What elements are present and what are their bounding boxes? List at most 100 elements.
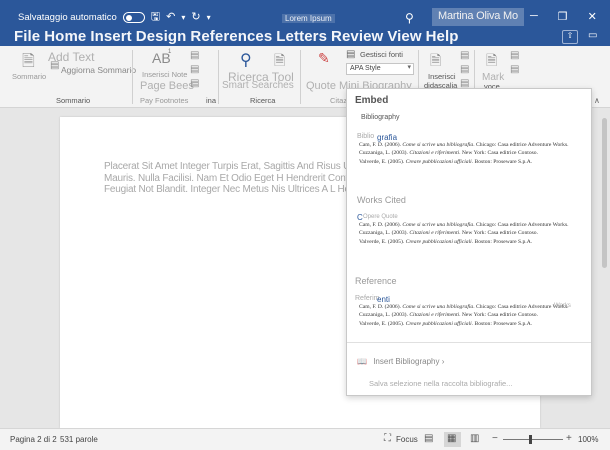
bibliography-entry: Valverde, E. (2005). Creare pubblicazion… xyxy=(359,158,589,166)
tab-help[interactable]: Help xyxy=(426,28,459,45)
tab-review[interactable]: Review xyxy=(331,28,383,45)
word-count[interactable]: 531 parole xyxy=(60,435,98,444)
works-cited-entry: Cam, F. D. (2006). Come si scrive una bi… xyxy=(359,221,589,229)
next-footnote-icon[interactable]: ▤ xyxy=(190,50,199,61)
tab-view[interactable]: View xyxy=(387,28,421,45)
tab-letters[interactable]: Letters xyxy=(276,28,327,45)
update-summary-button[interactable]: Aggiorna Sommario xyxy=(61,65,136,75)
focus-icon[interactable]: ⛶ xyxy=(384,433,391,444)
insert-citation-icon[interactable]: ✎ xyxy=(318,50,330,67)
undo-dropdown-icon[interactable]: ▾ xyxy=(181,12,185,23)
search-icon[interactable]: ⚲ xyxy=(240,50,252,70)
minimize-icon[interactable]: ─ xyxy=(530,10,538,23)
search-icon[interactable]: ⚲ xyxy=(405,11,414,25)
insert-index-icon[interactable]: ▤ xyxy=(510,50,519,61)
bibliography-dropdown: Embed Bibliography Biblio grafia Cam, F.… xyxy=(346,88,592,396)
entry-publisher: . Boston: Proseware S.p.A. xyxy=(471,238,533,245)
smart-searches-button[interactable]: Smart Searches xyxy=(222,80,294,91)
insert-endnote-icon[interactable]: ▤ xyxy=(190,78,199,89)
reference-subtitle: Reference xyxy=(355,276,397,286)
entry-title: Citazioni e riferimenti xyxy=(409,150,460,157)
summary-button[interactable]: Sommario xyxy=(12,72,46,81)
entry-title: Creare pubblicazioni ufficiali xyxy=(405,158,472,165)
document-name[interactable]: Lorem Ipsum xyxy=(282,14,335,23)
collapse-ribbon-icon[interactable]: ∧ xyxy=(594,96,600,105)
redo-icon[interactable]: ↻ xyxy=(191,12,200,23)
undo-icon[interactable]: ↶ xyxy=(166,12,175,23)
works-cited-entry: Valverde, E. (2005). Creare pubblicazion… xyxy=(359,238,589,246)
update-table-icon[interactable]: ▤ xyxy=(460,64,469,75)
update-index-icon[interactable]: ▤ xyxy=(510,64,519,75)
web-layout-icon[interactable]: ▥ xyxy=(470,433,479,444)
autosave-group: Salvataggio automatico 🖫 ↶ ▾ ↻ ▾ xyxy=(18,12,211,23)
citation-style-select[interactable]: APA Style xyxy=(346,63,414,75)
entry-title: Come si scrive una bibliografia xyxy=(402,304,474,310)
works-cited-preview[interactable]: Cam, F. D. (2006). Come si scrive una bi… xyxy=(359,221,589,246)
user-account[interactable]: Martina Oliva Mo xyxy=(432,8,524,26)
tab-references[interactable]: References xyxy=(190,28,272,45)
insert-bibliography-command[interactable]: 📖 Insert Bibliography › xyxy=(357,357,444,366)
focus-button[interactable]: Focus xyxy=(396,435,418,444)
entry-publisher: . New York: Casa editrice Contoso. xyxy=(459,150,538,157)
restore-icon[interactable]: ❐ xyxy=(558,10,568,23)
zoom-in-icon[interactable]: + xyxy=(566,433,572,444)
entry-author: Cam, F. D. (2006). xyxy=(359,222,403,228)
entry-publisher: . New York: Casa editrice Contoso. xyxy=(459,312,538,319)
dropdown-header: Embed xyxy=(355,95,389,106)
zoom-out-icon[interactable]: − xyxy=(492,433,498,444)
entry-publisher: . Chicago: Casa editrice Adventure Works… xyxy=(473,222,569,228)
bibliography-preview[interactable]: Cam, F. D. (2006). Come si scrive una bi… xyxy=(359,141,589,166)
read-mode-icon[interactable]: ▤ xyxy=(424,433,433,444)
entry-author: Cuzzaniga, L. (2003). xyxy=(359,150,410,157)
tab-insert[interactable]: Insert xyxy=(90,28,131,45)
autosave-label: Salvataggio automatico xyxy=(18,12,117,23)
customize-qat-icon[interactable]: ▾ xyxy=(207,12,211,23)
dropdown-divider xyxy=(347,342,591,343)
mark-entry-icon[interactable]: 🗎 xyxy=(486,50,497,74)
bibliography-subtitle: Bibliography xyxy=(361,114,400,121)
group-label-suffix: ina xyxy=(206,96,217,105)
close-icon[interactable]: ✕ xyxy=(588,10,597,23)
save-icon[interactable]: 🖫 xyxy=(151,12,160,23)
tab-home[interactable]: Home xyxy=(44,28,86,45)
entry-author: Valverde, E. (2005). xyxy=(359,158,406,165)
works-ghost-tail: Works xyxy=(554,303,571,309)
save-selection-command[interactable]: Salva selezione nella raccolta bibliogra… xyxy=(369,379,512,388)
show-notes-icon[interactable]: ▤ xyxy=(190,64,199,75)
entry-author: Cuzzaniga, L. (2003). xyxy=(359,230,410,237)
group-label-footnotes: Pay Footnotes xyxy=(140,96,189,105)
tab-design[interactable]: Design xyxy=(136,28,187,45)
ribbon-separator xyxy=(132,50,133,104)
entry-publisher: . New York: Casa editrice Contoso. xyxy=(459,230,538,237)
print-layout-icon[interactable]: ▦ xyxy=(447,433,456,444)
insert-caption-button[interactable]: Inserisci xyxy=(428,72,456,81)
manage-sources-button[interactable]: Gestisci fonti xyxy=(360,50,403,59)
bibliography-ghost-label: Biblio xyxy=(357,133,375,140)
scrollbar-thumb[interactable] xyxy=(602,118,607,268)
insert-table-figures-icon[interactable]: ▤ xyxy=(460,50,469,61)
zoom-slider-thumb[interactable] xyxy=(529,435,532,444)
autosave-toggle[interactable] xyxy=(122,12,145,23)
ribbon-separator xyxy=(218,50,219,104)
tab-file[interactable]: File xyxy=(14,28,40,45)
zoom-level[interactable]: 100% xyxy=(578,435,598,444)
zoom-slider[interactable] xyxy=(503,439,563,440)
insert-note-subtitle: Page Bees xyxy=(140,80,194,92)
entry-author: Valverde, E. (2005). xyxy=(359,320,406,327)
entry-author: Cuzzaniga, L. (2003). xyxy=(359,312,410,319)
share-icon[interactable]: ⇧ xyxy=(562,30,578,44)
entry-title: Come si scrive una bibliografia xyxy=(402,142,474,148)
works-cited-subtitle: Works Cited xyxy=(357,195,406,205)
bibliography-entry: Cuzzaniga, L. (2003). Citazioni e riferi… xyxy=(359,149,589,157)
entry-title: Creare pubblicazioni ufficiali xyxy=(405,320,472,327)
reference-entry: Cuzzaniga, L. (2003). Citazioni e riferi… xyxy=(359,311,589,319)
page-count[interactable]: Pagina 2 di 2 xyxy=(10,435,57,444)
comment-icon[interactable]: ▭ xyxy=(588,30,597,41)
insert-note-button[interactable]: Inserisci Note xyxy=(142,70,187,79)
works-cited-ghost-label: Opere Quote xyxy=(363,214,398,220)
footnote-superscript: 1 xyxy=(168,49,172,55)
insert-caption-icon[interactable]: 🗎 xyxy=(430,50,441,74)
submenu-arrow-icon: › xyxy=(441,357,445,366)
update-summary-icon: ▤ xyxy=(50,60,60,71)
entry-author: Cam, F. D. (2006). xyxy=(359,304,403,310)
